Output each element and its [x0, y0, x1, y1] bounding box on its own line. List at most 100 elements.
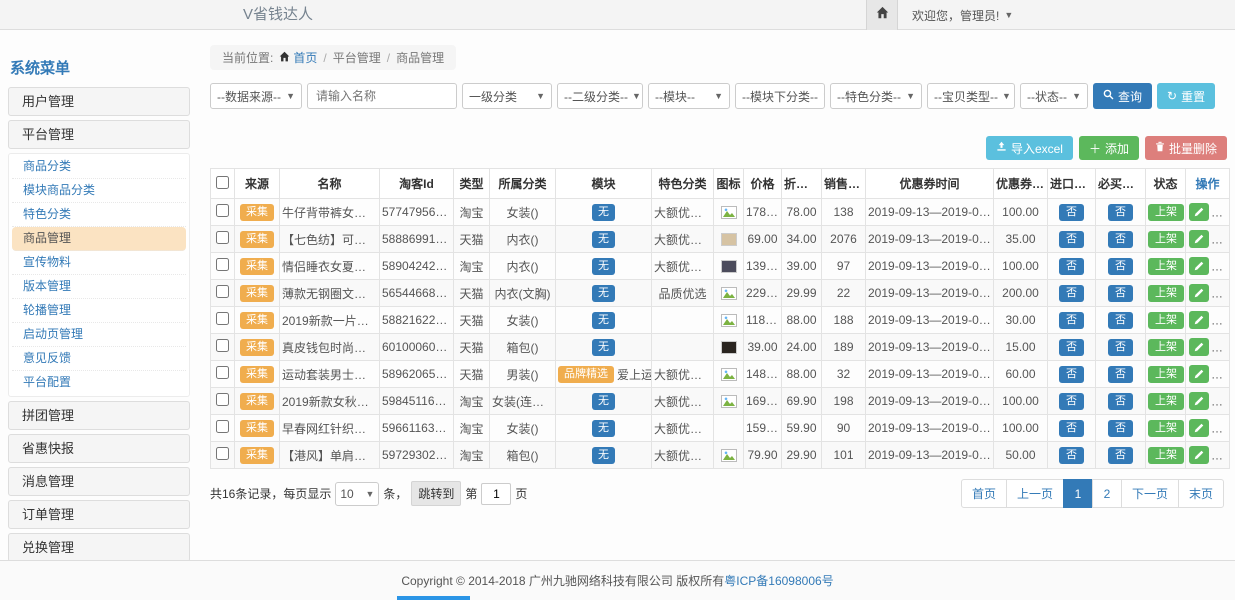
import-select-toggle[interactable]: 否 — [1059, 420, 1084, 437]
sidebar-group-1[interactable]: 平台管理 — [8, 120, 190, 149]
import-select-toggle[interactable]: 否 — [1059, 231, 1084, 248]
status-toggle[interactable]: 上架 — [1148, 447, 1184, 464]
sidebar-group-6[interactable]: 兑换管理 — [8, 533, 190, 562]
import-select-toggle[interactable]: 否 — [1059, 312, 1084, 329]
page-button-首页[interactable]: 首页 — [961, 479, 1007, 508]
page-button-末页[interactable]: 末页 — [1178, 479, 1224, 508]
row-checkbox[interactable] — [216, 258, 229, 271]
sidebar-item-轮播管理[interactable]: 轮播管理 — [12, 299, 186, 323]
import-excel-button[interactable]: 导入excel — [986, 136, 1073, 160]
item-type-select[interactable]: --宝贝类型--▼ — [927, 83, 1015, 109]
status-toggle[interactable]: 上架 — [1148, 366, 1184, 383]
must-buy-toggle[interactable]: 否 — [1108, 339, 1133, 356]
status-toggle[interactable]: 上架 — [1148, 204, 1184, 221]
reset-button[interactable]: ↻ 重置 — [1157, 83, 1215, 109]
edit-button[interactable] — [1189, 257, 1209, 275]
sidebar-item-模块商品分类[interactable]: 模块商品分类 — [12, 179, 186, 203]
edit-button[interactable] — [1189, 203, 1209, 221]
must-buy-toggle[interactable]: 否 — [1108, 393, 1133, 410]
page-button-下一页[interactable]: 下一页 — [1121, 479, 1179, 508]
import-select-toggle[interactable]: 否 — [1059, 393, 1084, 410]
must-buy-toggle[interactable]: 否 — [1108, 258, 1133, 275]
status-toggle[interactable]: 上架 — [1148, 285, 1184, 302]
must-buy-toggle[interactable]: 否 — [1108, 420, 1133, 437]
batch-delete-button[interactable]: 批量删除 — [1145, 136, 1227, 160]
edit-button[interactable] — [1189, 419, 1209, 437]
row-checkbox[interactable] — [216, 312, 229, 325]
status-toggle[interactable]: 上架 — [1148, 312, 1184, 329]
status-toggle[interactable]: 上架 — [1148, 258, 1184, 275]
home-button[interactable] — [866, 0, 898, 30]
jump-page-input[interactable] — [481, 483, 511, 505]
sidebar-item-平台配置[interactable]: 平台配置 — [12, 371, 186, 395]
home-icon — [876, 6, 889, 24]
level1-category-select[interactable]: 一级分类▼ — [462, 83, 552, 109]
module-badge: 无 — [592, 447, 615, 464]
row-checkbox[interactable] — [216, 393, 229, 406]
row-checkbox[interactable] — [216, 204, 229, 217]
must-buy-toggle[interactable]: 否 — [1108, 366, 1133, 383]
import-select-toggle[interactable]: 否 — [1059, 366, 1084, 383]
row-checkbox[interactable] — [216, 366, 229, 379]
must-buy-toggle[interactable]: 否 — [1108, 312, 1133, 329]
import-select-toggle[interactable]: 否 — [1059, 258, 1084, 275]
status-toggle[interactable]: 上架 — [1148, 420, 1184, 437]
select-all-checkbox[interactable] — [216, 176, 229, 189]
user-menu[interactable]: 欢迎您，管理员! ▼ — [898, 0, 1013, 30]
row-checkbox[interactable] — [216, 447, 229, 460]
edit-button[interactable] — [1189, 338, 1209, 356]
row-checkbox[interactable] — [216, 420, 229, 433]
import-select-toggle[interactable]: 否 — [1059, 447, 1084, 464]
must-buy-toggle[interactable]: 否 — [1108, 204, 1133, 221]
feature-category-select[interactable]: --特色分类--▼ — [830, 83, 922, 109]
level2-category-select[interactable]: --二级分类--▼ — [557, 83, 643, 109]
import-select-toggle[interactable]: 否 — [1059, 285, 1084, 302]
sidebar-item-意见反馈[interactable]: 意见反馈 — [12, 347, 186, 371]
sidebar-group-3[interactable]: 省惠快报 — [8, 434, 190, 463]
module-sub-select[interactable]: --模块下分类--▼ — [735, 83, 825, 109]
sidebar-item-启动页管理[interactable]: 启动页管理 — [12, 323, 186, 347]
sidebar-group-4[interactable]: 消息管理 — [8, 467, 190, 496]
icp-link[interactable]: 粤ICP备16098006号 — [724, 572, 833, 589]
row-checkbox[interactable] — [216, 231, 229, 244]
sidebar-item-特色分类[interactable]: 特色分类 — [12, 203, 186, 227]
sidebar-item-版本管理[interactable]: 版本管理 — [12, 275, 186, 299]
page-button-2[interactable]: 2 — [1092, 479, 1122, 508]
edit-button[interactable] — [1189, 365, 1209, 383]
must-buy-toggle[interactable]: 否 — [1108, 231, 1133, 248]
add-button[interactable]: ＋ 添加 — [1079, 136, 1139, 160]
row-checkbox[interactable] — [216, 339, 229, 352]
edit-button[interactable] — [1189, 311, 1209, 329]
must-buy-toggle[interactable]: 否 — [1108, 285, 1133, 302]
must-buy-toggle[interactable]: 否 — [1108, 447, 1133, 464]
sidebar-item-商品分类[interactable]: 商品分类 — [12, 155, 186, 179]
page-button-上一页[interactable]: 上一页 — [1006, 479, 1064, 508]
table-row: 采集薄款无钢圈文胸聚拢性...565446685867天猫内衣(文胸)无品质优选… — [211, 280, 1230, 307]
status-toggle[interactable]: 上架 — [1148, 339, 1184, 356]
status-select[interactable]: --状态--▼ — [1020, 83, 1088, 109]
import-select-toggle[interactable]: 否 — [1059, 204, 1084, 221]
breadcrumb-home-link[interactable]: 首页 — [279, 49, 317, 66]
sidebar-item-商品管理[interactable]: 商品管理 — [12, 227, 186, 251]
edit-button[interactable] — [1189, 446, 1209, 464]
broken-image-icon — [721, 367, 737, 381]
sidebar-group-0[interactable]: 用户管理 — [8, 87, 190, 116]
jump-to-button[interactable]: 跳转到 — [411, 481, 461, 506]
sidebar-group-2[interactable]: 拼团管理 — [8, 401, 190, 430]
import-select-toggle[interactable]: 否 — [1059, 339, 1084, 356]
module-select[interactable]: --模块--▼ — [648, 83, 730, 109]
search-button[interactable]: 查询 — [1093, 83, 1152, 109]
data-source-select[interactable]: --数据来源--▼ — [210, 83, 302, 109]
page-button-1[interactable]: 1 — [1063, 479, 1093, 508]
row-checkbox[interactable] — [216, 285, 229, 298]
sidebar-group-5[interactable]: 订单管理 — [8, 500, 190, 529]
sidebar-item-宣传物料[interactable]: 宣传物料 — [12, 251, 186, 275]
edit-button[interactable] — [1189, 284, 1209, 302]
name-search-input[interactable] — [307, 83, 457, 109]
status-toggle[interactable]: 上架 — [1148, 231, 1184, 248]
per-page-select[interactable]: 10▼ — [335, 482, 379, 506]
edit-button[interactable] — [1189, 392, 1209, 410]
status-toggle[interactable]: 上架 — [1148, 393, 1184, 410]
cell-price: 118.00 — [744, 307, 782, 334]
edit-button[interactable] — [1189, 230, 1209, 248]
